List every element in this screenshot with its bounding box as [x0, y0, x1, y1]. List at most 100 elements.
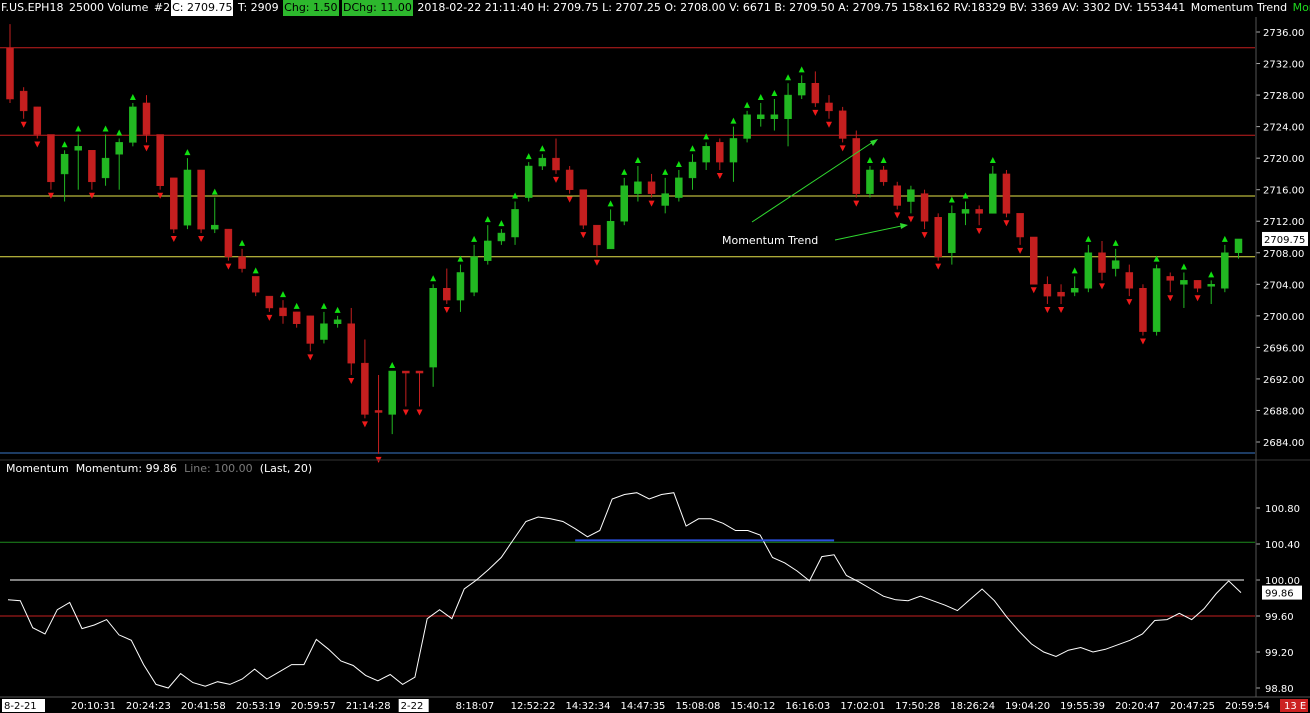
candle-body[interactable]: [825, 102, 833, 112]
candle-body[interactable]: [729, 138, 738, 163]
candle-body[interactable]: [1125, 272, 1134, 289]
candle-body[interactable]: [142, 102, 151, 135]
candle-body[interactable]: [757, 114, 765, 119]
momentum-axis[interactable]: 100.80 100.40 100.00 99.60 99.20 98.80 99.86: [1256, 504, 1302, 695]
candle-body[interactable]: [484, 240, 492, 261]
candle-body[interactable]: [1221, 252, 1229, 289]
candle-body[interactable]: [593, 224, 601, 246]
candle-body[interactable]: [333, 319, 342, 324]
candle-body[interactable]: [893, 185, 901, 206]
price-axis[interactable]: 2736.00 2732.00 2728.00 2724.00 2720.00 2716.…: [1256, 28, 1308, 449]
candle-body[interactable]: [470, 256, 478, 293]
candle-body[interactable]: [579, 189, 588, 226]
candle-body[interactable]: [934, 217, 942, 257]
candle-body[interactable]: [497, 232, 506, 242]
candle-body[interactable]: [647, 181, 656, 194]
time-axis[interactable]: 8-2-21 20:10:31 20:24:23 20:41:58 20:53:19 20…: [0, 696, 1310, 712]
candle-body[interactable]: [211, 224, 219, 230]
candle-body[interactable]: [1057, 291, 1065, 297]
candle-body[interactable]: [320, 323, 328, 340]
candle-body[interactable]: [60, 153, 69, 175]
candle-body[interactable]: [784, 94, 792, 119]
candle-body[interactable]: [156, 134, 164, 186]
candle-body[interactable]: [33, 106, 42, 135]
candle-body[interactable]: [1070, 288, 1079, 293]
candle-body[interactable]: [88, 150, 96, 183]
momentum-line[interactable]: [7, 492, 1242, 689]
candle-body[interactable]: [743, 114, 751, 139]
candle-body[interactable]: [238, 256, 246, 269]
candle-body[interactable]: [101, 157, 110, 179]
candle-body[interactable]: [538, 157, 547, 167]
candle-body[interactable]: [661, 193, 669, 206]
candle-body[interactable]: [129, 106, 137, 143]
candle-body[interactable]: [224, 228, 233, 257]
candle-body[interactable]: [402, 370, 410, 374]
candle-body[interactable]: [197, 169, 205, 230]
candle-body[interactable]: [74, 146, 82, 151]
candle-body[interactable]: [170, 177, 178, 230]
candle-body[interactable]: [620, 185, 628, 222]
candle-body[interactable]: [1207, 284, 1215, 287]
candle-body[interactable]: [1043, 284, 1052, 297]
candle-body[interactable]: [634, 181, 642, 194]
candle-body[interactable]: [1111, 260, 1120, 269]
candle-body[interactable]: [1234, 238, 1243, 254]
time-label: 20:53:19: [236, 701, 281, 712]
candle-body[interactable]: [429, 288, 437, 368]
candle-body[interactable]: [279, 307, 287, 317]
candle-body[interactable]: [47, 134, 55, 183]
candle-body[interactable]: [415, 370, 424, 374]
candle-body[interactable]: [675, 177, 683, 198]
candle-body[interactable]: [1016, 213, 1024, 238]
candle-body[interactable]: [975, 209, 983, 214]
candle-body[interactable]: [961, 209, 970, 214]
candle-body[interactable]: [688, 161, 697, 179]
candle-body[interactable]: [6, 47, 14, 100]
candle-body[interactable]: [606, 220, 615, 250]
candle-body[interactable]: [907, 189, 915, 202]
candle-body[interactable]: [251, 276, 260, 293]
candle-body[interactable]: [292, 311, 301, 324]
candle-body[interactable]: [456, 272, 465, 301]
candle-body[interactable]: [1084, 252, 1093, 289]
candle-body[interactable]: [852, 138, 861, 194]
candle-body[interactable]: [1098, 252, 1106, 273]
candle-body[interactable]: [1152, 268, 1161, 332]
candle-body[interactable]: [19, 90, 28, 112]
candle-body[interactable]: [511, 209, 519, 238]
candle-body[interactable]: [183, 169, 192, 226]
candle-body[interactable]: [811, 83, 820, 104]
candle-body[interactable]: [443, 288, 451, 301]
momentum-trend-annotation[interactable]: Momentum Trend: [722, 139, 908, 247]
candle-body[interactable]: [565, 169, 574, 190]
candle-body[interactable]: [374, 410, 383, 413]
candle-body[interactable]: [347, 323, 355, 364]
candle-body[interactable]: [920, 193, 929, 222]
candle-body[interactable]: [770, 114, 779, 119]
candle-body[interactable]: [948, 213, 956, 254]
candle-body[interactable]: [1030, 236, 1038, 285]
candle-body[interactable]: [716, 142, 724, 163]
candle-body[interactable]: [361, 362, 369, 415]
candle-body[interactable]: [552, 157, 560, 171]
candle-body[interactable]: [115, 142, 123, 155]
candle-body[interactable]: [1193, 280, 1202, 289]
candle-body[interactable]: [797, 83, 806, 96]
candle-body[interactable]: [1180, 280, 1188, 285]
candle-body[interactable]: [866, 169, 874, 194]
momentum-pane[interactable]: [0, 492, 1255, 689]
candle-body[interactable]: [265, 295, 274, 309]
candle-body[interactable]: [879, 169, 888, 183]
candle-body[interactable]: [1002, 173, 1011, 214]
candle-body[interactable]: [989, 173, 997, 214]
candle-body[interactable]: [1166, 276, 1174, 281]
candle-body[interactable]: [388, 370, 396, 415]
candle-body[interactable]: [524, 165, 533, 198]
candle-body[interactable]: [306, 315, 315, 344]
candle-body[interactable]: [838, 110, 847, 139]
price-pane[interactable]: [0, 24, 1255, 463]
chart-canvas[interactable]: 2736.00 2732.00 2728.00 2724.00 2720.00 2716.…: [0, 0, 1310, 713]
candle-body[interactable]: [702, 146, 710, 163]
candle-body[interactable]: [1139, 288, 1147, 332]
